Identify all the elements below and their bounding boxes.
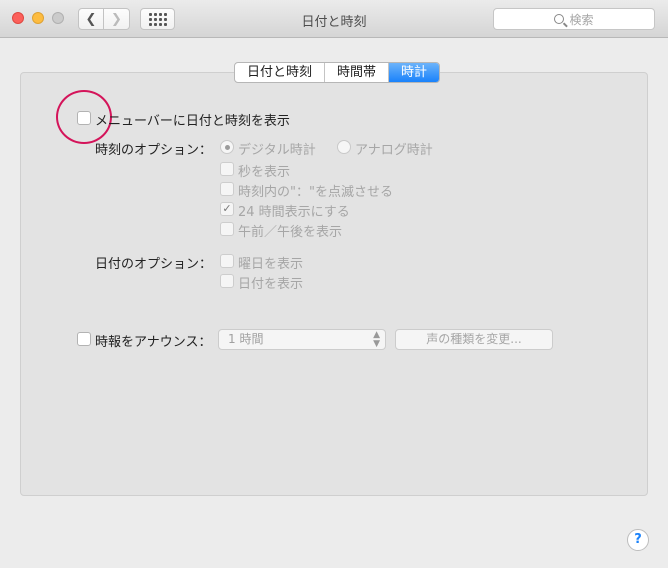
tab-date-time[interactable]: 日付と時刻 (235, 63, 326, 82)
announce-interval-value: 1 時間 (228, 332, 264, 346)
menubar-show-checkbox[interactable] (77, 111, 91, 125)
flash-separators-label: 時刻内の"："を点滅させる (238, 185, 393, 200)
checkmark-icon: ✓ (222, 202, 232, 215)
show-date-label: 日付を表示 (238, 277, 304, 292)
show-weekday-checkbox[interactable] (220, 254, 234, 268)
title-bar: ❮ ❯ 日付と時刻 検索 (0, 0, 668, 38)
announce-interval-popup[interactable]: 1 時間 ▲ ▼ (218, 329, 386, 350)
menubar-show-label: メニューバーに日付と時刻を表示 (95, 114, 290, 129)
show-seconds-label: 秒を表示 (238, 165, 291, 180)
content-panel (20, 72, 648, 496)
analog-clock-label: アナログ時計 (355, 143, 433, 158)
change-voice-button[interactable]: 声の種類を変更... (395, 329, 553, 350)
search-icon (554, 14, 565, 24)
digital-clock-radio[interactable] (220, 140, 234, 154)
analog-clock-radio[interactable] (337, 140, 351, 154)
show-ampm-checkbox[interactable] (220, 222, 234, 236)
time-options-heading: 時刻のオプション： (95, 143, 213, 158)
show-date-checkbox[interactable] (220, 274, 234, 288)
digital-clock-label: デジタル時計 (238, 143, 316, 158)
date-options-heading: 日付のオプション： (95, 257, 213, 272)
use-24-hour-label: 24 時間表示にする (238, 205, 350, 220)
show-weekday-label: 曜日を表示 (238, 257, 304, 272)
help-button[interactable]: ? (627, 529, 649, 551)
popup-arrows-icon: ▲ ▼ (373, 330, 380, 349)
announce-time-checkbox[interactable] (77, 332, 91, 346)
tab-clock[interactable]: 時計 (389, 63, 440, 82)
use-24-hour-checkbox[interactable]: ✓ (220, 202, 234, 216)
search-placeholder: 検索 (569, 12, 594, 27)
show-seconds-checkbox[interactable] (220, 162, 234, 176)
show-ampm-label: 午前／午後を表示 (238, 225, 343, 240)
announce-time-label: 時報をアナウンス： (95, 335, 212, 350)
search-field[interactable]: 検索 (493, 8, 655, 30)
tab-time-zone[interactable]: 時間帯 (325, 63, 390, 82)
tab-bar: 日付と時刻 時間帯 時計 (234, 62, 441, 83)
flash-separators-checkbox[interactable] (220, 182, 234, 196)
